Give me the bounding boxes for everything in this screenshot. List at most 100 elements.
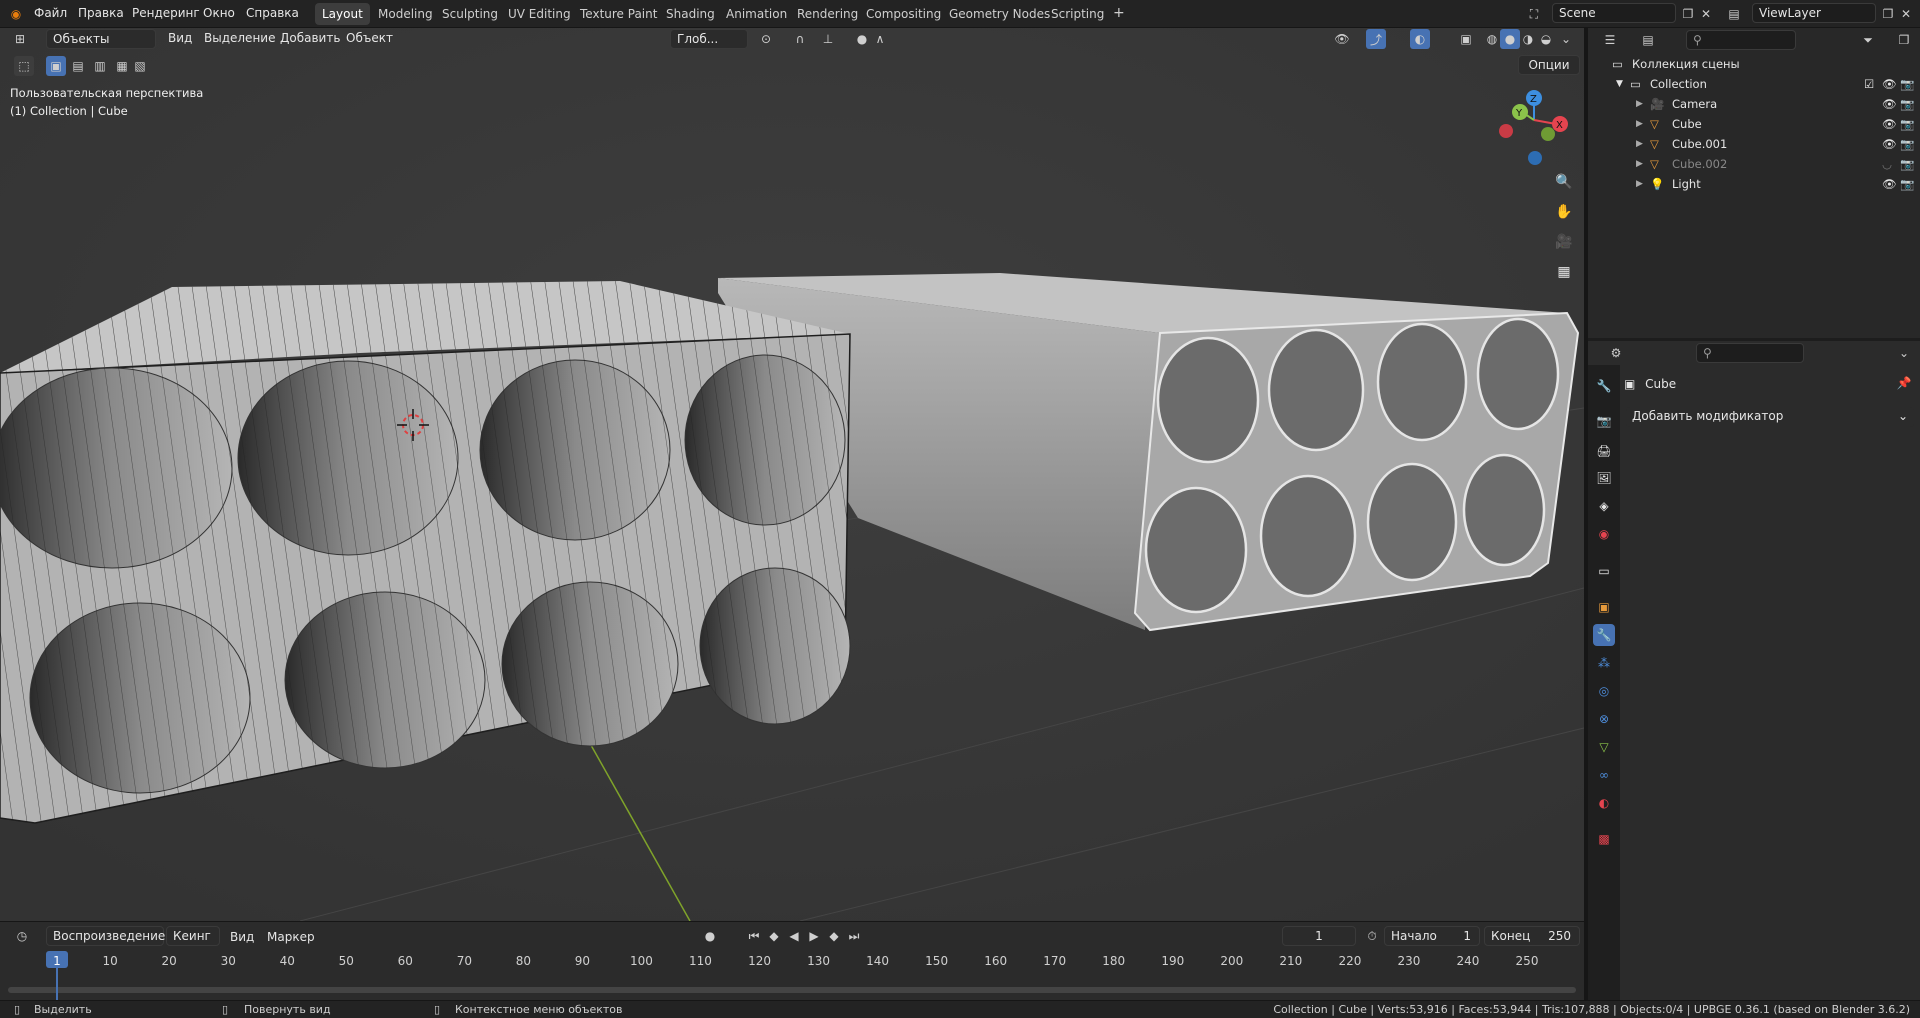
tab-layout[interactable]: Layout xyxy=(315,3,370,25)
select-subtract-icon[interactable]: ▥ xyxy=(90,56,110,76)
tweak-tool-icon[interactable]: ⬚ xyxy=(14,56,34,76)
scene-selector[interactable]: Scene xyxy=(1552,3,1676,23)
object-tab-icon[interactable]: ▣ xyxy=(1593,596,1615,618)
close-view-layer-icon[interactable]: ✕ xyxy=(1896,4,1916,24)
menu-help[interactable]: Справка xyxy=(246,6,299,20)
menu-edit[interactable]: Правка xyxy=(78,6,124,20)
expand-icon[interactable]: ▶ xyxy=(1636,99,1643,109)
physics-tab-icon[interactable]: ◎ xyxy=(1593,680,1615,702)
timeline-editor-icon[interactable]: ◷ xyxy=(12,926,32,946)
menu-add[interactable]: Добавить xyxy=(280,31,340,45)
playback-menu[interactable]: Воспроизведение xyxy=(46,926,165,946)
play-reverse-icon[interactable]: ◀ xyxy=(784,926,804,946)
tool-tab-icon[interactable]: 🔧 xyxy=(1593,375,1615,397)
tab-uv-editing[interactable]: UV Editing xyxy=(501,3,578,25)
tab-texture-paint[interactable]: Texture Paint xyxy=(573,3,664,25)
overlay-toggle-icon[interactable]: ◐ xyxy=(1410,29,1430,49)
pivot-icon[interactable]: ⊙ xyxy=(756,29,776,49)
modifier-tab-icon[interactable]: 🔧 xyxy=(1593,624,1615,646)
wireframe-shading-icon[interactable]: ◍ xyxy=(1482,29,1502,49)
camera-render-icon[interactable]: 📷 xyxy=(1900,97,1914,111)
material-tab-icon[interactable]: ◐ xyxy=(1593,792,1615,814)
gizmo-toggle-icon[interactable]: ⤴ xyxy=(1366,29,1386,49)
tab-geometry-nodes[interactable]: Geometry Nodes xyxy=(942,3,1057,25)
transform-orientation[interactable]: Глоб... xyxy=(670,29,748,49)
data-tab-icon[interactable]: ▽ xyxy=(1593,736,1615,758)
eye-icon[interactable]: 👁 xyxy=(1882,77,1897,91)
start-frame-field[interactable]: Начало 1 xyxy=(1384,926,1480,946)
camera-render-icon[interactable]: 📷 xyxy=(1900,177,1914,191)
view-layer-tab-icon[interactable]: 🖼 xyxy=(1593,467,1615,489)
render-tab-icon[interactable]: 📷 xyxy=(1593,410,1615,432)
menu-object[interactable]: Объект xyxy=(346,31,393,45)
mode-selector[interactable]: Объекты xyxy=(46,29,156,49)
new-view-layer-icon[interactable]: ❐ xyxy=(1878,4,1898,24)
record-icon[interactable]: ● xyxy=(700,926,720,946)
select-invert-icon[interactable]: ▦ xyxy=(112,56,132,76)
outliner-item[interactable]: ▶ 🎥 Camera 👁 📷 xyxy=(1588,94,1920,114)
camera-render-icon[interactable]: 📷 xyxy=(1900,157,1914,171)
visibility-icon[interactable]: 👁 xyxy=(1332,29,1352,49)
stopwatch-icon[interactable]: ⏱ xyxy=(1362,926,1382,946)
add-workspace-button[interactable]: + xyxy=(1106,1,1132,23)
marker-menu[interactable]: Маркер xyxy=(267,930,315,944)
options-button[interactable]: Опции xyxy=(1518,55,1580,75)
tab-animation[interactable]: Animation xyxy=(719,3,794,25)
rendered-shading-icon[interactable]: ◒ xyxy=(1536,29,1556,49)
blender-logo-icon[interactable]: ◉ xyxy=(6,4,26,24)
texture-tab-icon[interactable]: ▩ xyxy=(1593,828,1615,850)
select-intersect-icon[interactable]: ▧ xyxy=(130,56,150,76)
expand-icon[interactable]: ▶ xyxy=(1636,159,1643,169)
prev-keyframe-icon[interactable]: ◆ xyxy=(764,926,784,946)
falloff-icon[interactable]: ∧ xyxy=(870,29,890,49)
outliner-item[interactable]: ▶ ▽ Cube 👁 📷 xyxy=(1588,114,1920,134)
timeline-view-menu[interactable]: Вид xyxy=(230,930,254,944)
zoom-icon[interactable]: 🔍 xyxy=(1551,169,1577,195)
particles-tab-icon[interactable]: ⁂ xyxy=(1593,652,1615,674)
expand-icon[interactable]: ▶ xyxy=(1636,139,1643,149)
eye-icon[interactable]: 👁 xyxy=(1882,97,1897,111)
camera-render-icon[interactable]: 📷 xyxy=(1900,117,1914,131)
proportional-edit-icon[interactable]: ● xyxy=(852,29,872,49)
tab-scripting[interactable]: Scripting xyxy=(1044,3,1111,25)
view-layer-icon[interactable]: ▤ xyxy=(1724,4,1744,24)
outliner-root-row[interactable]: ▭ Коллекция сцены xyxy=(1588,54,1920,74)
eye-icon[interactable]: 👁 xyxy=(1882,137,1897,151)
material-shading-icon[interactable]: ◑ xyxy=(1518,29,1538,49)
menu-select[interactable]: Выделение xyxy=(204,31,275,45)
scene-icon[interactable]: ⛶ xyxy=(1524,4,1544,24)
outliner-item[interactable]: ▶ ▽ Cube.001 👁 📷 xyxy=(1588,134,1920,154)
collection-tab-icon[interactable]: ▭ xyxy=(1593,560,1615,582)
jump-start-icon[interactable]: ⏮ xyxy=(744,926,764,946)
outliner-item[interactable]: ▶ ▽ Cube.002 ◡ 📷 xyxy=(1588,154,1920,174)
camera-view-icon[interactable]: 🎥 xyxy=(1551,229,1577,255)
menu-render[interactable]: Рендеринг xyxy=(132,6,200,20)
eye-icon[interactable]: 👁 xyxy=(1882,117,1897,131)
menu-file[interactable]: Файл xyxy=(34,6,67,20)
solid-shading-icon[interactable]: ● xyxy=(1500,29,1520,49)
outliner-collection-row[interactable]: ▼ ▭ Collection ☑ 👁 📷 xyxy=(1588,74,1920,94)
output-tab-icon[interactable]: 🖨 xyxy=(1593,440,1615,462)
snap-target-icon[interactable]: ⊥ xyxy=(818,29,838,49)
current-frame-field[interactable]: 1 xyxy=(1282,926,1356,946)
pin-icon[interactable]: 📌 xyxy=(1894,373,1914,393)
tab-sculpting[interactable]: Sculpting xyxy=(435,3,505,25)
view-layer-selector[interactable]: ViewLayer xyxy=(1752,3,1876,23)
checkbox-icon[interactable]: ☑ xyxy=(1864,77,1874,91)
tab-compositing[interactable]: Compositing xyxy=(859,3,948,25)
properties-editor-icon[interactable]: ⚙ xyxy=(1606,343,1626,363)
outliner-search-input[interactable]: ⚲ xyxy=(1686,30,1796,50)
new-collection-icon[interactable]: ❐ xyxy=(1894,30,1914,50)
select-new-icon[interactable]: ▣ xyxy=(46,56,66,76)
add-modifier-button[interactable]: Добавить модификатор ⌄ xyxy=(1626,407,1914,427)
logic-tab-icon[interactable]: ∞ xyxy=(1593,764,1615,786)
display-mode-icon[interactable]: ▤ xyxy=(1638,30,1658,50)
next-keyframe-icon[interactable]: ◆ xyxy=(824,926,844,946)
3d-viewport[interactable]: Z X Y xyxy=(0,28,1584,921)
properties-search-input[interactable]: ⚲ xyxy=(1696,343,1804,363)
timeline-scrollbar[interactable] xyxy=(8,987,1576,993)
close-icon[interactable]: ✕ xyxy=(1696,4,1716,24)
pan-hand-icon[interactable]: ✋ xyxy=(1551,199,1577,225)
snap-icon[interactable]: ∩ xyxy=(790,29,810,49)
collapse-icon[interactable]: ▼ xyxy=(1616,79,1623,89)
